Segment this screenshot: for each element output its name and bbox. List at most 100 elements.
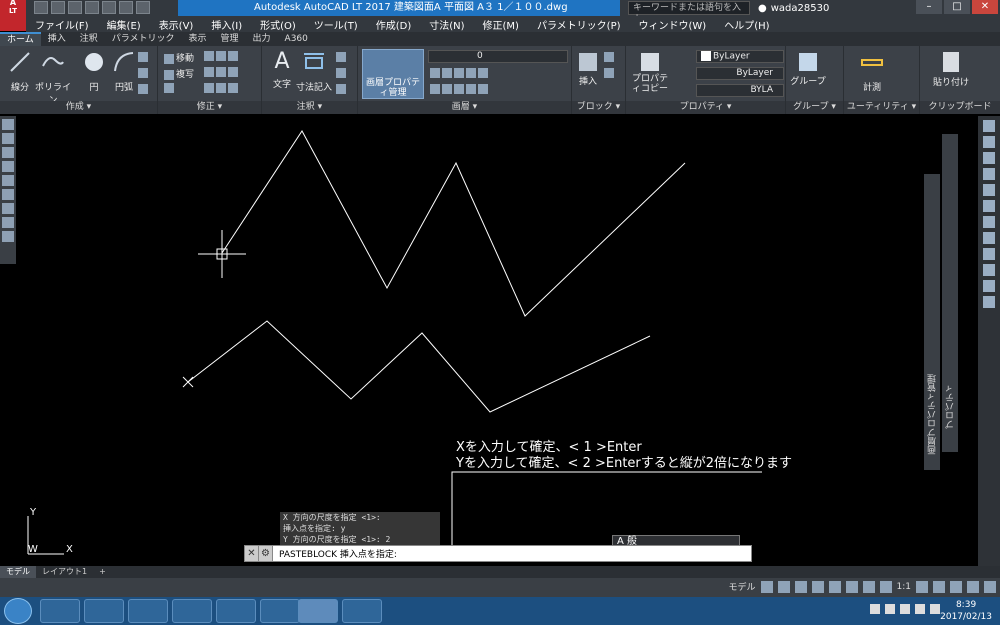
rotate-tool[interactable] [204,51,240,62]
right-tool-7[interactable] [983,216,995,228]
new-file-icon[interactable] [34,1,48,14]
tab-parametric[interactable]: パラメトリック [105,32,182,46]
palette-tool-6[interactable] [2,189,14,200]
save-icon[interactable] [68,1,82,14]
application-menu-button[interactable]: A LT [0,0,26,31]
region-icon[interactable] [138,84,150,95]
menu-parametric[interactable]: パラメトリック(P) [528,17,630,32]
psp-icon[interactable] [260,599,300,623]
color-dropdown[interactable]: ByLayer [696,50,784,63]
tab-home[interactable]: ホーム [0,32,41,46]
add-layout-button[interactable]: + [93,566,112,578]
tab-output[interactable]: 出力 [246,32,278,46]
annotation-group-footer[interactable]: 注釈 ▾ [262,101,357,114]
menu-dimension[interactable]: 寸法(N) [420,17,473,32]
customize-status-icon[interactable] [984,580,996,593]
tab-a360[interactable]: A360 [278,32,315,46]
search-input[interactable]: キーワードまたは語句を入力 [628,1,750,25]
block-group-footer[interactable]: ブロック ▾ [572,101,625,114]
undo-icon[interactable] [119,1,133,14]
tray-security-icon[interactable] [885,604,895,614]
properties-panel[interactable]: プロパティ [942,134,958,452]
ortho-icon[interactable] [794,580,807,593]
group-tool[interactable]: グループ [788,50,828,87]
clipboard-group-footer[interactable]: クリップボード [920,101,1000,114]
plus-icon[interactable] [933,580,945,593]
menu-format[interactable]: 形式(O) [251,17,305,32]
properties-group-footer[interactable]: プロパティ ▾ [626,101,785,114]
tab-layout1[interactable]: レイアウト1 [36,566,93,578]
otrack-icon[interactable] [845,580,858,593]
right-tool-9[interactable] [983,248,995,260]
palette-tool-4[interactable] [2,161,14,172]
right-tool-6[interactable] [983,200,995,212]
clock[interactable]: 8:39 2017/02/13 [940,599,992,623]
palette-tool-7[interactable] [2,203,14,214]
hatch-icon[interactable] [138,68,150,79]
tab-insert[interactable]: 挿入 [41,32,73,46]
insert-block-tool[interactable]: 挿入 [574,50,602,87]
user-account[interactable]: ● wada28530 [758,1,829,15]
palette-tool-3[interactable] [2,147,14,158]
lineweight-icon[interactable] [862,580,875,593]
menu-edit[interactable]: 編集(E) [98,17,150,32]
mail-icon[interactable] [216,599,256,623]
grid-icon[interactable] [760,580,773,593]
menu-view[interactable]: 表示(V) [150,17,203,32]
osnap-icon[interactable] [828,580,841,593]
right-tool-3[interactable] [983,152,995,164]
right-tool-1[interactable] [983,120,995,132]
paste-tool[interactable]: 貼り付け [926,50,976,88]
right-tool-11[interactable] [983,280,995,292]
palette-tool-2[interactable] [2,133,14,144]
start-button[interactable] [4,598,32,624]
menu-tools[interactable]: ツール(T) [305,17,367,32]
modify-group-footer[interactable]: 修正 ▾ [158,101,261,114]
minimize-button[interactable]: – [916,0,942,14]
palette-tool-1[interactable] [2,119,14,130]
scale-tool[interactable] [204,83,240,94]
tab-annotate[interactable]: 注釈 [73,32,105,46]
right-tool-2[interactable] [983,136,995,148]
save-as-icon[interactable] [85,1,99,14]
dimension-tool[interactable]: 寸法記入 [294,50,334,93]
tray-network-icon[interactable] [915,604,925,614]
upper-zigzag-polyline[interactable] [221,130,686,317]
close-button[interactable]: ✕ [972,0,998,14]
annotation-scale-icon[interactable] [879,580,892,593]
lineweight-dropdown[interactable]: BYLA [696,84,784,97]
tray-volume-icon[interactable] [930,604,940,614]
menu-draw[interactable]: 作成(D) [367,17,421,32]
polar-icon[interactable] [811,580,824,593]
layer-tools-row2[interactable] [430,84,490,95]
edit-block-icon[interactable] [604,68,616,79]
palette-tool-9[interactable] [2,231,14,242]
file-explorer-icon[interactable] [128,599,168,623]
menu-help[interactable]: ヘルプ(H) [715,17,778,32]
layer-tools-row1[interactable] [430,68,490,79]
fullscreen-icon[interactable] [967,580,979,593]
utilities-group-footer[interactable]: ユーティリティ ▾ [844,101,919,114]
redo-icon[interactable] [136,1,150,14]
mirror-tool[interactable] [204,67,240,78]
open-file-icon[interactable] [51,1,65,14]
isolate-icon[interactable] [950,580,962,593]
rectangle-icon[interactable] [138,52,150,63]
leader-icon[interactable] [336,52,348,63]
right-tool-5[interactable] [983,184,995,196]
palette-tool-5[interactable] [2,175,14,186]
lower-zigzag-polyline[interactable] [187,320,651,413]
create-block-icon[interactable] [604,52,616,63]
autocad-taskbar-icon[interactable] [298,599,338,623]
workspace-gear-icon[interactable] [916,580,928,593]
right-tool-4[interactable] [983,168,995,180]
layer-properties-panel[interactable]: 画層プロパティ管理 [924,174,940,470]
customize-icon[interactable]: ⚙ [259,546,273,561]
internet-explorer-icon[interactable] [84,599,124,623]
drawing-canvas[interactable]: Y W X Xを入力して確定、< 1 >Enter Yを入力して確定、< 2 >… [16,116,978,566]
menu-file[interactable]: ファイル(F) [26,17,98,32]
layer-dropdown[interactable]: 0 [428,50,568,63]
match-properties-tool[interactable]: プロパティコピー [628,50,672,94]
move-tool[interactable]: 移動 [164,51,194,64]
maximize-button[interactable]: □ [944,0,970,14]
